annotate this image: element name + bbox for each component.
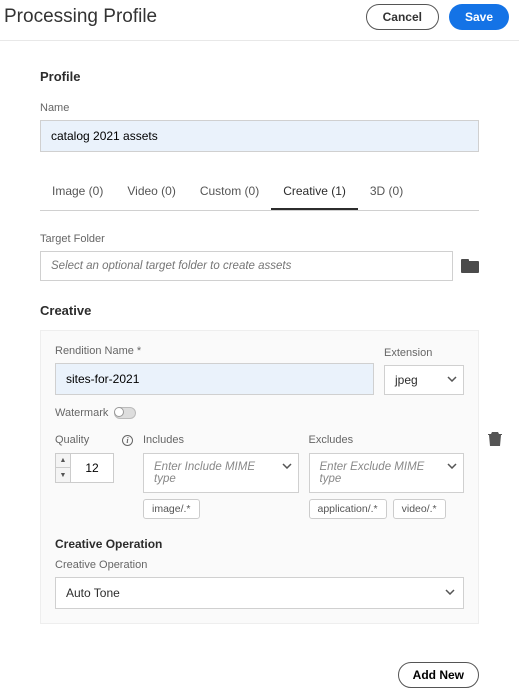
cancel-button[interactable]: Cancel <box>366 4 439 30</box>
excludes-placeholder: Enter Exclude MIME type <box>320 461 425 485</box>
tab-creative[interactable]: Creative (1) <box>271 174 358 210</box>
page-title: Processing Profile <box>4 6 157 28</box>
creative-operation-select[interactable]: Auto Tone <box>55 577 464 609</box>
profile-section-title: Profile <box>40 69 479 84</box>
info-icon[interactable]: i <box>122 435 133 446</box>
chevron-down-icon <box>447 463 455 471</box>
name-label: Name <box>40 102 479 114</box>
includes-placeholder: Enter Include MIME type <box>154 461 255 485</box>
creative-operation-label: Creative Operation <box>55 559 464 571</box>
chevron-down-icon <box>445 589 453 597</box>
profile-name-input[interactable] <box>40 120 479 152</box>
creative-panel: Rendition Name * Extension jpeg Watermar… <box>40 330 479 624</box>
tab-custom[interactable]: Custom (0) <box>188 174 271 210</box>
tab-3d[interactable]: 3D (0) <box>358 174 415 210</box>
tabs: Image (0) Video (0) Custom (0) Creative … <box>40 174 479 211</box>
target-folder-input[interactable] <box>40 251 453 281</box>
exclude-tag[interactable]: application/.* <box>309 499 387 519</box>
creative-operation-title: Creative Operation <box>55 537 464 551</box>
quality-input[interactable] <box>70 453 114 483</box>
tab-image[interactable]: Image (0) <box>40 174 115 210</box>
add-new-button[interactable]: Add New <box>398 662 479 688</box>
target-folder-label: Target Folder <box>40 233 479 245</box>
creative-section-title: Creative <box>40 303 479 318</box>
creative-operation-value: Auto Tone <box>66 586 120 600</box>
watermark-toggle[interactable] <box>114 407 136 419</box>
extension-value: jpeg <box>395 373 418 387</box>
excludes-label: Excludes <box>309 434 354 446</box>
trash-icon[interactable] <box>488 431 502 447</box>
watermark-label: Watermark <box>55 407 108 419</box>
rendition-name-input[interactable] <box>55 363 374 395</box>
quality-label: Quality <box>55 434 89 446</box>
include-tag[interactable]: image/.* <box>143 499 200 519</box>
save-button[interactable]: Save <box>449 4 509 30</box>
quality-stepper[interactable]: ▲ ▼ <box>55 453 133 483</box>
extension-select[interactable]: jpeg <box>384 365 464 395</box>
stepper-up-icon[interactable]: ▲ <box>56 454 70 468</box>
excludes-select[interactable]: Enter Exclude MIME type <box>309 453 465 493</box>
rendition-name-label: Rendition Name * <box>55 345 374 357</box>
includes-label: Includes <box>143 434 184 446</box>
chevron-down-icon <box>447 376 455 384</box>
extension-label: Extension <box>384 347 464 359</box>
includes-select[interactable]: Enter Include MIME type <box>143 453 299 493</box>
exclude-tag[interactable]: video/.* <box>393 499 446 519</box>
folder-icon[interactable] <box>461 259 479 273</box>
chevron-down-icon <box>282 463 290 471</box>
tab-video[interactable]: Video (0) <box>115 174 187 210</box>
stepper-down-icon[interactable]: ▼ <box>56 468 70 482</box>
